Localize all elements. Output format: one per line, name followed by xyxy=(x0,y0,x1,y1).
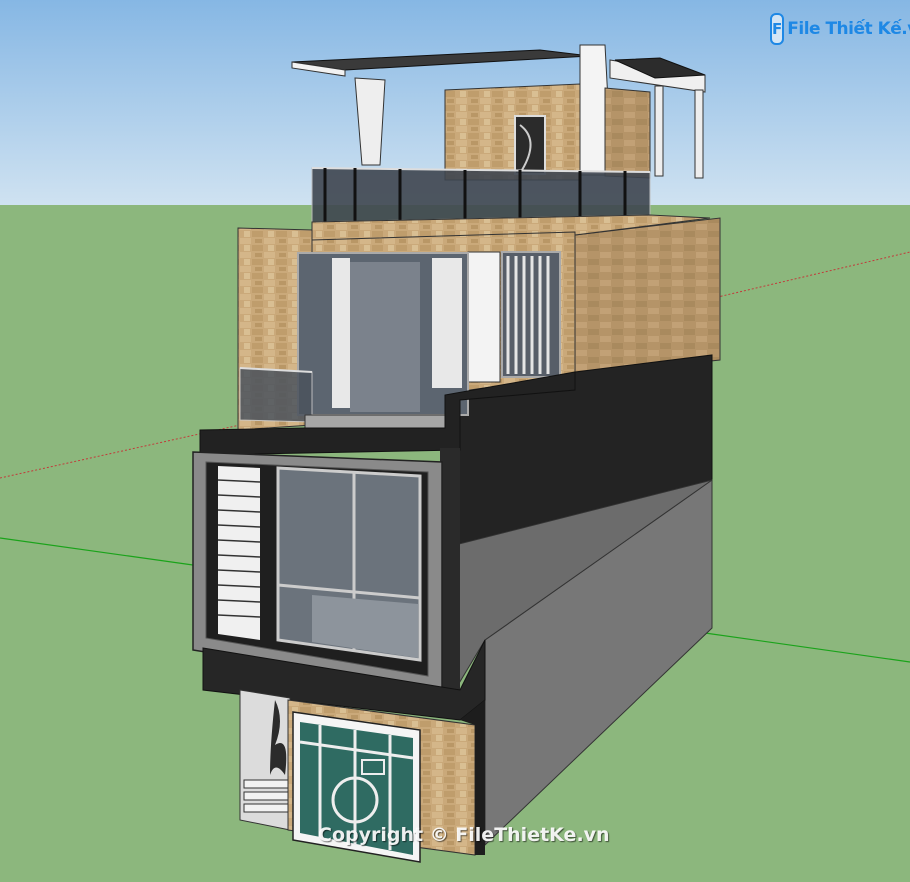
rooftop-glass-railing xyxy=(311,167,651,223)
stair-tower-side xyxy=(604,87,651,179)
second-floor-box-side xyxy=(440,448,460,690)
left-balcony-glass xyxy=(239,367,313,423)
site-logo: F File Thiết Kế.vn xyxy=(770,8,910,50)
side-wall-upper-stone xyxy=(574,217,721,376)
logo-mark: F xyxy=(770,13,785,45)
copyright-watermark: Copyright © FileThietKe.vn xyxy=(318,824,610,846)
3d-house-model-view xyxy=(0,0,910,882)
roof-column-right-2 xyxy=(694,89,704,179)
ground-floor-steps xyxy=(243,779,289,813)
logo-text: File Thiết Kế.vn xyxy=(787,19,910,39)
roof-column-right-1 xyxy=(654,85,664,177)
stair-tower-wall xyxy=(444,83,581,181)
third-floor-window-inner xyxy=(350,262,420,412)
second-floor-louvers xyxy=(218,466,260,640)
third-floor-white-pillar xyxy=(467,251,501,383)
